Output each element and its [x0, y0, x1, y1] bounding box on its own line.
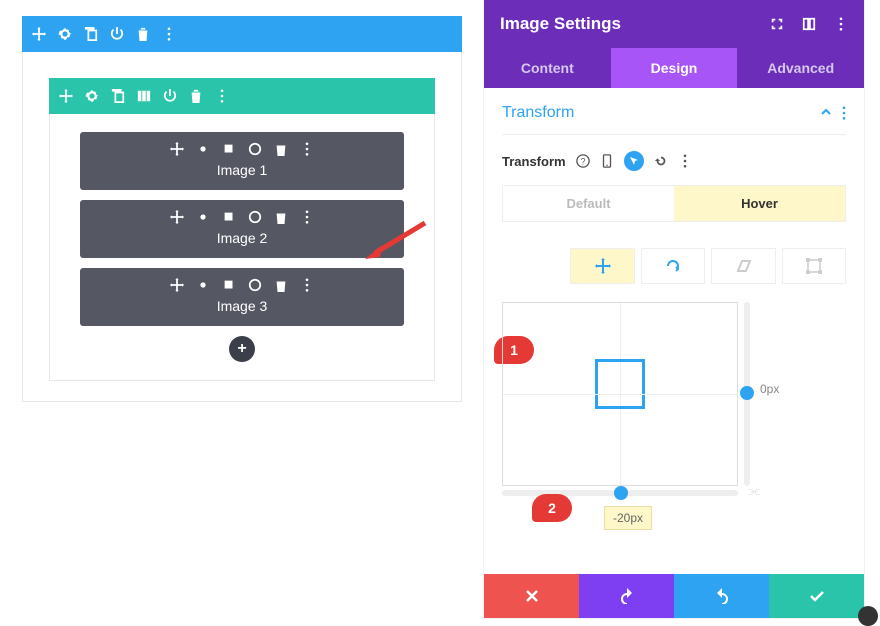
module-image-3[interactable]: Image 3: [80, 268, 404, 326]
offset-value-x[interactable]: -20px: [604, 506, 652, 530]
offset-control: 0px -20px ⫘ 2: [502, 302, 846, 486]
state-tab-hover[interactable]: Hover: [674, 186, 845, 221]
duplicate-icon[interactable]: [222, 142, 236, 156]
more-icon[interactable]: [842, 106, 846, 120]
slider-thumb[interactable]: [614, 486, 628, 500]
power-icon[interactable]: [110, 27, 124, 41]
gear-icon[interactable]: [196, 210, 210, 224]
gear-icon[interactable]: [58, 27, 72, 41]
hover-state-icon[interactable]: [624, 151, 644, 171]
offset-handle[interactable]: [595, 359, 645, 409]
gear-icon[interactable]: [196, 142, 210, 156]
resize-handle[interactable]: [858, 606, 878, 626]
tab-design[interactable]: Design: [611, 48, 738, 88]
more-icon[interactable]: [215, 89, 229, 103]
panel-header: Image Settings: [484, 0, 864, 48]
annotation-badge-2: 2: [532, 494, 572, 522]
more-icon[interactable]: [300, 142, 314, 156]
trash-icon[interactable]: [274, 142, 288, 156]
state-tab-default[interactable]: Default: [503, 186, 674, 221]
annotation-arrow: [360, 215, 430, 265]
duplicate-icon[interactable]: [111, 89, 125, 103]
gear-icon[interactable]: [85, 89, 99, 103]
transform-skew[interactable]: [711, 248, 775, 284]
more-icon[interactable]: [678, 154, 692, 168]
gear-icon[interactable]: [196, 278, 210, 292]
move-icon[interactable]: [170, 210, 184, 224]
redo-button[interactable]: [674, 574, 769, 618]
trash-icon[interactable]: [189, 89, 203, 103]
module-title: Image 3: [80, 298, 404, 314]
more-icon[interactable]: [300, 278, 314, 292]
field-label: Transform: [502, 154, 566, 169]
trash-icon[interactable]: [274, 210, 288, 224]
section-toolbar[interactable]: [22, 16, 462, 52]
expand-icon[interactable]: [770, 17, 784, 31]
transform-rotate[interactable]: [641, 248, 705, 284]
move-icon[interactable]: [170, 142, 184, 156]
section-toggle-transform[interactable]: Transform: [502, 104, 846, 135]
tab-advanced[interactable]: Advanced: [737, 48, 864, 88]
transform-origin[interactable]: [782, 248, 846, 284]
module-image-1[interactable]: Image 1: [80, 132, 404, 190]
transform-type-tabs: [502, 248, 846, 284]
undo-button[interactable]: [579, 574, 674, 618]
transform-move[interactable]: [570, 248, 634, 284]
module-image-2[interactable]: Image 2: [80, 200, 404, 258]
builder-canvas: Image 1 Image 2: [22, 16, 462, 402]
offset-grid[interactable]: [502, 302, 738, 486]
trash-icon[interactable]: [136, 27, 150, 41]
field-transform: Transform ?: [502, 151, 846, 171]
module-title: Image 1: [80, 162, 404, 178]
move-icon[interactable]: [32, 27, 46, 41]
link-xy-icon[interactable]: ⫘: [748, 482, 761, 499]
panel-footer: [484, 574, 864, 618]
power-icon[interactable]: [248, 142, 262, 156]
duplicate-icon[interactable]: [222, 210, 236, 224]
offset-slider-y[interactable]: [744, 302, 750, 486]
panel-body: Transform Transform ? Default Hover: [484, 88, 864, 574]
settings-panel: Image Settings Content Design Advanced T…: [484, 0, 864, 618]
tabs: Content Design Advanced: [484, 48, 864, 88]
more-icon[interactable]: [834, 17, 848, 31]
power-icon[interactable]: [163, 89, 177, 103]
tab-content[interactable]: Content: [484, 48, 611, 88]
svg-text:?: ?: [580, 157, 585, 167]
save-button[interactable]: [769, 574, 864, 618]
duplicate-icon[interactable]: [84, 27, 98, 41]
chevron-up-icon[interactable]: [820, 106, 832, 118]
power-icon[interactable]: [248, 210, 262, 224]
more-icon[interactable]: [162, 27, 176, 41]
row-toolbar[interactable]: [49, 78, 435, 114]
move-icon[interactable]: [59, 89, 73, 103]
reset-icon[interactable]: [654, 154, 668, 168]
duplicate-icon[interactable]: [222, 278, 236, 292]
slider-thumb[interactable]: [740, 386, 754, 400]
offset-value-y: 0px: [760, 382, 779, 396]
help-icon[interactable]: ?: [576, 154, 590, 168]
power-icon[interactable]: [248, 278, 262, 292]
section-label: Transform: [502, 104, 574, 122]
state-tabs: Default Hover: [502, 185, 846, 222]
add-module-button[interactable]: +: [229, 336, 255, 362]
columns-icon[interactable]: [137, 89, 151, 103]
module-title: Image 2: [80, 230, 404, 246]
phone-icon[interactable]: [600, 154, 614, 168]
snap-icon[interactable]: [802, 17, 816, 31]
more-icon[interactable]: [300, 210, 314, 224]
panel-title: Image Settings: [500, 14, 621, 34]
cancel-button[interactable]: [484, 574, 579, 618]
move-icon[interactable]: [170, 278, 184, 292]
offset-slider-x[interactable]: [502, 490, 738, 496]
trash-icon[interactable]: [274, 278, 288, 292]
